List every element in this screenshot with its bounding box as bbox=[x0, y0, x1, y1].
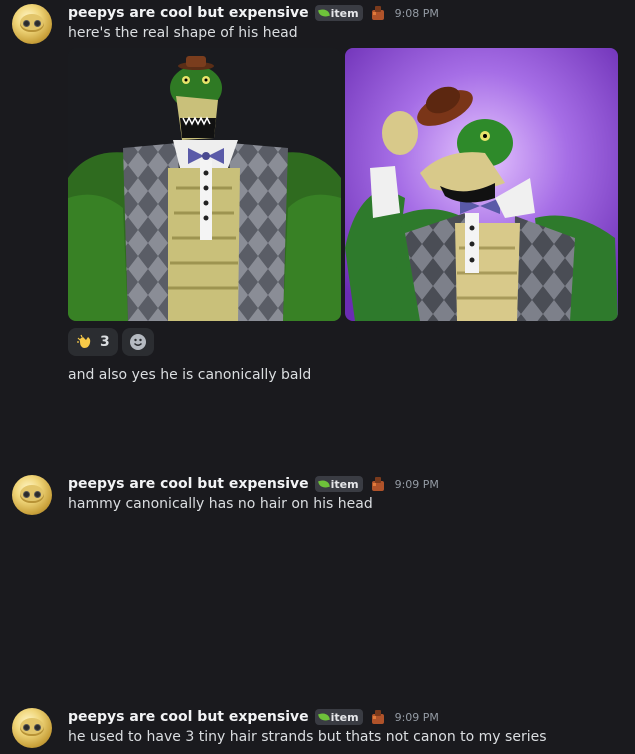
message-text: he used to have 3 tiny hair strands but … bbox=[68, 729, 547, 745]
avatar-face-icon bbox=[20, 718, 44, 736]
leaf-icon bbox=[317, 711, 330, 723]
message-header: peepys are cool but expensive item 9:09 … bbox=[68, 474, 439, 494]
image-attachment[interactable] bbox=[68, 48, 341, 321]
add-reaction-button[interactable] bbox=[121, 328, 154, 356]
timestamp: 9:08 PM bbox=[394, 6, 439, 20]
message-text: and also yes he is canonically bald bbox=[68, 367, 312, 383]
avatar-face-icon bbox=[20, 14, 44, 32]
avatar[interactable] bbox=[12, 4, 52, 44]
role-icon bbox=[371, 6, 384, 20]
leaf-icon bbox=[317, 478, 330, 490]
user-tag[interactable]: item bbox=[314, 5, 363, 21]
user-tag[interactable]: item bbox=[314, 709, 363, 725]
timestamp: 9:09 PM bbox=[394, 710, 439, 724]
role-icon bbox=[371, 477, 384, 491]
avatar[interactable] bbox=[12, 708, 52, 748]
username[interactable]: peepys are cool but expensive bbox=[68, 709, 309, 725]
leaf-icon bbox=[317, 7, 330, 19]
user-tag-label: item bbox=[330, 477, 359, 491]
message-group: peepys are cool but expensive item 9:09 … bbox=[0, 470, 635, 530]
reactions-bar: 3 bbox=[68, 328, 154, 356]
message-text: here's the real shape of his head bbox=[68, 25, 298, 41]
role-icon bbox=[371, 710, 384, 724]
message-text: hammy canonically has no hair on his hea… bbox=[68, 496, 373, 512]
user-tag-label: item bbox=[330, 710, 359, 724]
crocodile-artwork-3d bbox=[68, 48, 341, 321]
message-group: peepys are cool but expensive item 9:08 … bbox=[0, 0, 635, 400]
message-group: peepys are cool but expensive item 9:09 … bbox=[0, 703, 635, 754]
avatar[interactable] bbox=[12, 475, 52, 515]
message-header: peepys are cool but expensive item 9:08 … bbox=[68, 3, 439, 23]
reaction-count: 3 bbox=[100, 334, 110, 350]
user-tag-label: item bbox=[330, 6, 359, 20]
hand-clap-icon bbox=[77, 334, 91, 348]
image-attachment[interactable] bbox=[345, 48, 618, 321]
timestamp: 9:09 PM bbox=[394, 477, 439, 491]
username[interactable]: peepys are cool but expensive bbox=[68, 476, 309, 492]
user-tag[interactable]: item bbox=[314, 476, 363, 492]
username[interactable]: peepys are cool but expensive bbox=[68, 5, 309, 21]
message-header: peepys are cool but expensive item 9:09 … bbox=[68, 707, 439, 727]
avatar-face-icon bbox=[20, 485, 44, 503]
reaction-button[interactable]: 3 bbox=[68, 328, 118, 356]
smiley-icon bbox=[129, 334, 146, 350]
crocodile-artwork-drawn bbox=[345, 48, 618, 321]
